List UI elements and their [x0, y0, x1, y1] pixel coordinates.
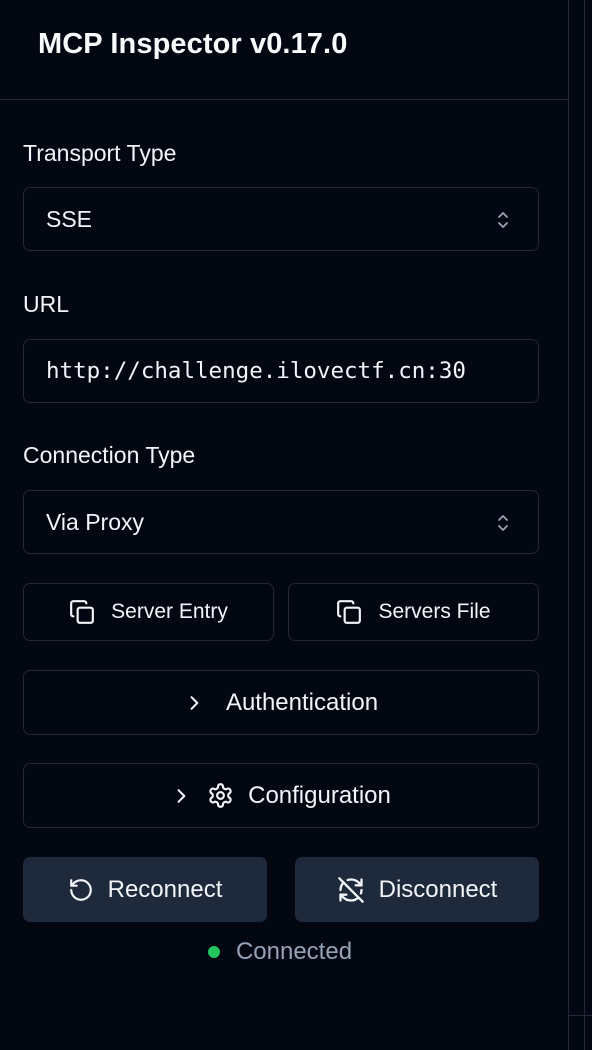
- servers-file-label: Servers File: [378, 600, 491, 623]
- disconnect-button[interactable]: Disconnect: [295, 857, 539, 922]
- main-content-bottom-border: [569, 1015, 592, 1016]
- status-dot: [207, 946, 220, 958]
- refresh-off-icon: [337, 876, 365, 904]
- url-field: [23, 339, 539, 403]
- copy-servers-file-button[interactable]: Servers File: [288, 583, 539, 641]
- copy-icon: [69, 599, 95, 625]
- chevrons-up-down-icon: [498, 212, 508, 228]
- reconnect-button[interactable]: Reconnect: [23, 857, 267, 922]
- transport-type-value: SSE: [46, 206, 93, 232]
- transport-type-select[interactable]: SSE: [23, 187, 539, 251]
- chevrons-up-down-icon: [498, 515, 508, 531]
- connection-type-label: Connection Type: [23, 442, 196, 468]
- authentication-label: Authentication: [225, 688, 379, 716]
- copy-server-entry-button[interactable]: Server Entry: [23, 583, 274, 641]
- app-title: MCP Inspector v0.17.0: [38, 28, 348, 60]
- disconnect-label: Disconnect: [378, 875, 498, 903]
- connection-status: Connected: [0, 938, 568, 966]
- status-text: Connected: [235, 938, 353, 965]
- reconnect-label: Reconnect: [107, 875, 223, 903]
- main-content-edge: [569, 0, 592, 1050]
- configuration-label: Configuration: [248, 781, 391, 809]
- connection-type-value: Via Proxy: [46, 509, 145, 535]
- chevron-right-icon: [171, 786, 191, 806]
- transport-type-label: Transport Type: [23, 140, 177, 166]
- url-input[interactable]: [24, 340, 538, 402]
- gear-icon: [207, 782, 234, 809]
- rotate-ccw-icon: [68, 877, 94, 903]
- main-content-border: [584, 0, 585, 1050]
- connection-type-select[interactable]: Via Proxy: [23, 490, 539, 554]
- authentication-toggle-button[interactable]: Authentication: [23, 670, 539, 735]
- server-entry-label: Server Entry: [111, 600, 228, 623]
- sidebar-header: MCP Inspector v0.17.0: [0, 0, 568, 100]
- url-label: URL: [23, 291, 70, 317]
- configuration-toggle-button[interactable]: Configuration: [23, 763, 539, 828]
- chevron-right-icon: [184, 693, 204, 713]
- sidebar-panel: MCP Inspector v0.17.0 Transport Type SSE…: [0, 0, 568, 1050]
- copy-icon: [336, 599, 362, 625]
